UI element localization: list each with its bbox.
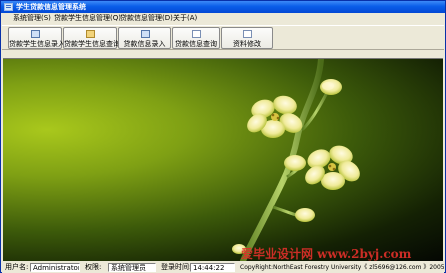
- loan-query-label: 贷款信息查询: [175, 40, 217, 48]
- bud-low: [295, 208, 315, 222]
- loan-entry-icon: [140, 30, 150, 38]
- window-title: 学生贷款信息管理系统: [16, 3, 86, 11]
- watermark-text: 爱毕业设计网 www.2byj.com: [241, 247, 412, 261]
- role-label: 权限:: [85, 263, 102, 271]
- main-window: 学生贷款信息管理系统 系统管理(S) 贷款学生信息管理(Q) 贷款信息管理(D)…: [0, 0, 446, 273]
- wallpaper-area: [3, 59, 443, 261]
- menu-about[interactable]: 关于(A): [171, 13, 199, 24]
- plum-blossom-image: [232, 59, 360, 261]
- title-bar[interactable]: 学生贷款信息管理系统: [1, 1, 445, 13]
- edit-data-icon: [243, 30, 252, 38]
- copyright-text: CopyRight:NorthEast Forestry University《…: [240, 264, 445, 271]
- loan-query-button[interactable]: 贷款信息查询: [172, 27, 220, 49]
- login-time-value: 14:44:22: [190, 263, 235, 272]
- menu-student-loan-info[interactable]: 贷款学生信息管理(Q): [52, 13, 123, 24]
- student-query-icon: [86, 30, 95, 38]
- login-time-label: 登录时间:: [161, 263, 192, 271]
- user-label: 用户名:: [5, 263, 29, 271]
- loan-query-icon: [192, 30, 201, 38]
- student-entry-icon: [31, 30, 40, 38]
- student-query-button[interactable]: 贷款学生信息查询: [63, 27, 120, 49]
- toolbar: 贷款学生信息录入 贷款学生信息查询 贷款信息录入 贷款信息查询 资料修改: [2, 25, 444, 50]
- menu-loan-info[interactable]: 贷款信息管理(D): [118, 13, 175, 24]
- menu-system[interactable]: 系统管理(S): [11, 13, 53, 24]
- bud-top: [320, 79, 342, 95]
- edit-data-button[interactable]: 资料修改: [221, 27, 273, 49]
- bud-mid: [284, 155, 306, 171]
- flower-upper: [247, 95, 303, 138]
- flower-right: [305, 145, 360, 190]
- loan-entry-button[interactable]: 贷款信息录入: [118, 27, 171, 49]
- menu-bar: 系统管理(S) 贷款学生信息管理(Q) 贷款信息管理(D) 关于(A): [1, 13, 445, 24]
- status-bar: 用户名: Administrator 权限: 系统管理员 登录时间: 14:44…: [2, 262, 445, 273]
- student-entry-button[interactable]: 贷款学生信息录入: [8, 27, 65, 49]
- app-icon: [4, 3, 13, 11]
- student-entry-label: 贷款学生信息录入: [9, 40, 65, 48]
- loan-entry-label: 贷款信息录入: [123, 40, 166, 48]
- edit-data-label: 资料修改: [233, 40, 261, 48]
- role-value: 系统管理员: [108, 263, 156, 272]
- student-query-label: 贷款学生信息查询: [64, 40, 120, 48]
- user-value: Administrator: [30, 263, 80, 272]
